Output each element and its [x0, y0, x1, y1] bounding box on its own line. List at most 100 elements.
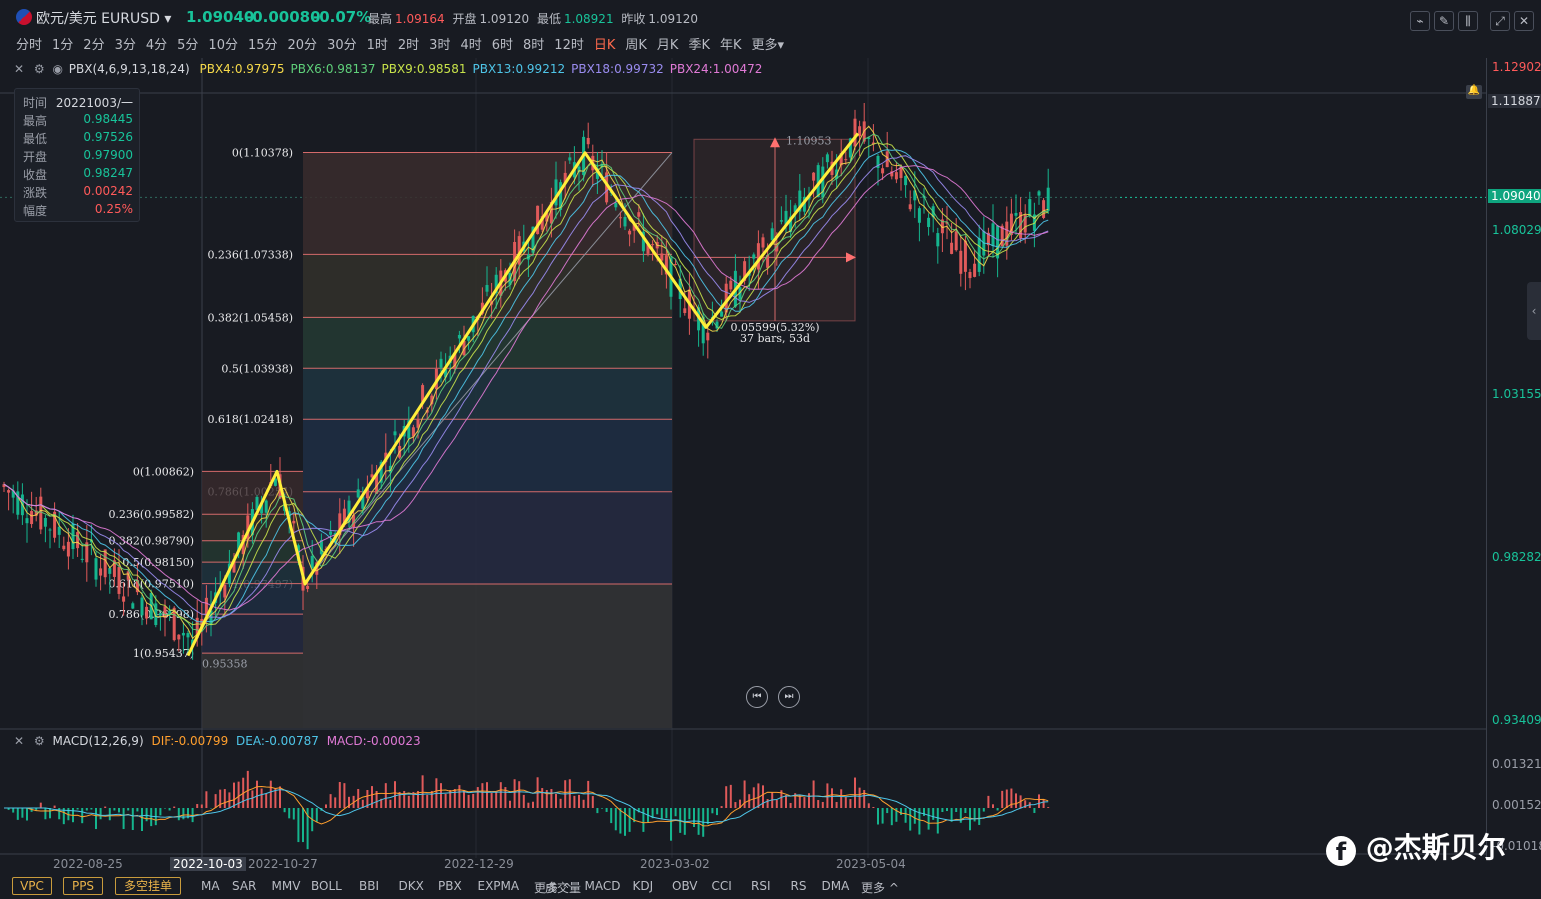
pbx-value-1: PBX6:0.98137: [290, 62, 376, 76]
indicator-sub_inds-3[interactable]: OBV: [672, 879, 698, 893]
candle-body: [306, 585, 310, 589]
interval-18[interactable]: 周K: [625, 38, 647, 53]
candle-body: [485, 284, 489, 292]
indicator-sub_inds-0[interactable]: 成交量: [545, 879, 581, 896]
candle-body: [122, 596, 126, 602]
candle-body: [30, 511, 34, 525]
indicator-main_inds-4[interactable]: BBI: [359, 879, 379, 893]
fib-level-label: 0(1.10378): [232, 147, 293, 160]
interval-4[interactable]: 4分: [146, 38, 167, 53]
interval-16[interactable]: 12时: [554, 38, 584, 53]
gear-icon[interactable]: ⚙: [34, 734, 45, 748]
candle-body: [467, 336, 471, 341]
macd-dif: DIF:-0.00799: [151, 734, 229, 748]
interval-6[interactable]: 10分: [208, 38, 238, 53]
candle-body: [623, 216, 627, 227]
expand-icon[interactable]: ⤢: [1490, 11, 1510, 31]
indicator-sub_inds-6[interactable]: RS: [791, 879, 807, 893]
interval-11[interactable]: 2时: [398, 38, 419, 53]
indicator-main_inds-6[interactable]: PBX: [438, 879, 462, 893]
indicator-sub_inds-4[interactable]: CCI: [712, 879, 732, 893]
indicator-main_inds-5[interactable]: DKX: [399, 879, 424, 893]
date-axis-label: 2022-08-25: [53, 857, 123, 871]
candle-body: [177, 634, 181, 640]
line-tool-icon[interactable]: ⌁: [1410, 11, 1430, 31]
interval-8[interactable]: 20分: [288, 38, 318, 53]
indicator-sub_inds-5[interactable]: RSI: [751, 879, 771, 893]
candle-body: [158, 612, 162, 616]
interval-21[interactable]: 年K: [720, 38, 742, 53]
indicator-sub_inds-7[interactable]: DMA: [822, 879, 850, 893]
indicator-main_inds-3[interactable]: BOLL: [311, 879, 342, 893]
pbx-indicator-row: ✕ ⚙ ◉ PBX(4,6,9,13,18,24) PBX4:0.97975 PB…: [14, 62, 762, 76]
interval-0[interactable]: 分时: [16, 38, 42, 53]
interval-19[interactable]: 月K: [657, 38, 679, 53]
candle-body: [729, 280, 733, 290]
collapse-panel-handle[interactable]: ‹: [1527, 282, 1541, 340]
step-forward-icon[interactable]: ⏭: [778, 686, 800, 708]
fib-level-label: 0.618(1.02418): [207, 413, 293, 426]
candle-style-icon[interactable]: ⫼: [1458, 11, 1478, 31]
indicator-main_inds-2[interactable]: MMV: [272, 879, 301, 893]
date-axis-label: 2022-10-27: [248, 857, 318, 871]
pbx-value-3: PBX13:0.99212: [472, 62, 566, 76]
candle-body: [881, 168, 885, 174]
interval-bar: 分时 1分 2分 3分 4分 5分 10分 15分 20分 30分 1时 2时 3时 4时 6时 8时 12时日…: [16, 34, 794, 53]
interval-3[interactable]: 3分: [115, 38, 136, 53]
interval-14[interactable]: 6时: [492, 38, 513, 53]
interval-22[interactable]: 更多▾: [752, 38, 785, 53]
eu-us-flag-icon: [16, 9, 32, 25]
fib-small-label: 0(1.00862): [133, 465, 194, 478]
symbol-title[interactable]: 欧元/美元 EURUSD ▾: [36, 8, 171, 28]
close-icon[interactable]: ✕: [14, 62, 24, 76]
interval-13[interactable]: 4时: [460, 38, 481, 53]
candle-body: [356, 489, 360, 498]
interval-15[interactable]: 8时: [523, 38, 544, 53]
interval-7[interactable]: 15分: [248, 38, 278, 53]
price-change-pct: -0.07%: [313, 8, 372, 26]
price-axis-label: 0.93409: [1492, 713, 1541, 727]
pps-button[interactable]: PPS: [63, 877, 103, 895]
indicator-sub_inds-1[interactable]: MACD: [585, 879, 621, 893]
close-icon[interactable]: ✕: [14, 734, 24, 748]
interval-1[interactable]: 1分: [52, 38, 73, 53]
interval-2[interactable]: 2分: [83, 38, 104, 53]
info-key: 最低: [23, 132, 48, 146]
interval-9[interactable]: 30分: [327, 38, 357, 53]
candle-body: [1014, 212, 1018, 216]
candle-body: [94, 558, 98, 580]
draw-tool-icon[interactable]: ✎: [1434, 11, 1454, 31]
macd-header: ✕ ⚙ MACD(12,26,9) DIF:-0.00799 DEA:-0.00…: [14, 734, 421, 748]
close-icon[interactable]: ✕: [1514, 11, 1534, 31]
indicator-main_inds-1[interactable]: SAR: [232, 879, 256, 893]
info-key: 时间: [23, 96, 48, 110]
candle-body: [62, 545, 66, 550]
interval-12[interactable]: 3时: [429, 38, 450, 53]
eye-icon[interactable]: ◉: [52, 62, 62, 76]
price-axis-label: 1.03155: [1492, 386, 1541, 401]
step-back-icon[interactable]: ⏮: [746, 686, 768, 708]
measure-bars-label: 37 bars, 53d: [740, 332, 810, 345]
candle-body: [959, 250, 963, 274]
candle-body: [108, 568, 112, 574]
alert-bell-icon[interactable]: 🔔: [1466, 85, 1482, 99]
interval-17[interactable]: 日K: [594, 38, 616, 53]
candle-body: [894, 172, 898, 180]
vpc-button[interactable]: VPC: [12, 877, 52, 895]
indicator-sub_inds-2[interactable]: KDJ: [633, 879, 654, 893]
long-short-orders-button[interactable]: 多空挂单: [115, 877, 181, 895]
indicator-main_inds-7[interactable]: EXPMA: [478, 879, 520, 893]
candle-body: [761, 237, 765, 248]
indicator-sub_inds-8[interactable]: 更多 ^: [861, 879, 899, 896]
interval-10[interactable]: 1时: [367, 38, 388, 53]
candle-body: [145, 606, 149, 619]
interval-5[interactable]: 5分: [177, 38, 198, 53]
candle-body: [39, 496, 43, 530]
candle-body: [973, 263, 977, 277]
interval-20[interactable]: 季K: [688, 38, 710, 53]
indicator-main_inds-0[interactable]: MA: [201, 879, 220, 893]
gear-icon[interactable]: ⚙: [34, 62, 45, 76]
fib-small-band: [202, 562, 303, 584]
fib-small-label: 0.382(0.98790): [108, 535, 194, 548]
candle-body: [968, 272, 972, 279]
